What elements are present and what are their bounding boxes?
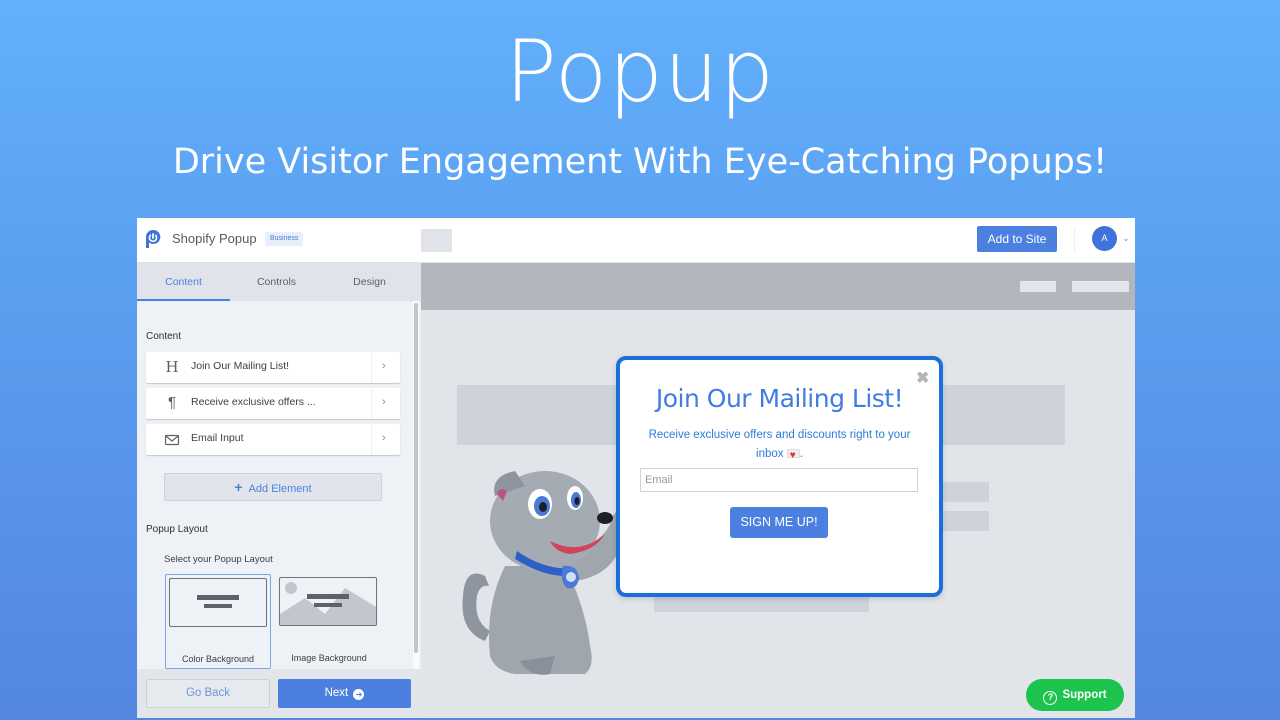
layout-caption: Color Background bbox=[181, 654, 255, 664]
paragraph-icon: ¶ bbox=[167, 394, 177, 411]
app-logo-icon bbox=[146, 229, 161, 248]
nav-placeholder bbox=[1072, 281, 1129, 292]
image-background-thumbnail bbox=[279, 577, 377, 626]
element-row-heading[interactable]: H Join Our Mailing List! › bbox=[146, 352, 400, 383]
tab-design[interactable]: Design bbox=[323, 263, 416, 301]
envelope-icon bbox=[164, 434, 180, 446]
heading-icon: H bbox=[165, 358, 179, 376]
add-element-button[interactable]: + Add Element bbox=[164, 473, 382, 501]
arrow-circle-right-icon: ➔ bbox=[353, 689, 365, 700]
site-preview: ✖ Join Our Mailing List! Receive exclusi… bbox=[421, 263, 1135, 718]
support-label: Support bbox=[1062, 689, 1107, 701]
add-to-site-button[interactable]: Add to Site bbox=[977, 226, 1057, 252]
hero-subtitle: Drive Visitor Engagement With Eye-Catchi… bbox=[172, 142, 1108, 182]
sidebar-footer: Go Back Next ➔ bbox=[137, 669, 421, 718]
layout-option-color-background[interactable]: Color Background bbox=[165, 574, 271, 669]
top-bar: Shopify Popup Business Add to Site A ⌄ bbox=[137, 218, 1135, 263]
preview-nav-bar bbox=[421, 263, 1135, 310]
element-row-paragraph[interactable]: ¶ Receive exclusive offers ... › bbox=[146, 388, 400, 419]
support-button[interactable]: ? Support bbox=[1026, 679, 1124, 711]
popup-text-end: . bbox=[799, 448, 803, 460]
go-back-button[interactable]: Go Back bbox=[146, 679, 270, 708]
color-background-thumbnail bbox=[169, 578, 267, 627]
next-label: Next bbox=[324, 687, 349, 699]
chevron-right-icon[interactable]: › bbox=[382, 396, 386, 408]
plus-icon: + bbox=[234, 479, 243, 495]
element-divider bbox=[371, 352, 372, 383]
popup-preview[interactable]: ✖ Join Our Mailing List! Receive exclusi… bbox=[616, 356, 943, 597]
app-window: Shopify Popup Business Add to Site A ⌄ C… bbox=[137, 218, 1135, 718]
element-divider bbox=[371, 424, 372, 455]
tab-bar-extension bbox=[421, 229, 452, 252]
element-label: Join Our Mailing List! bbox=[191, 360, 290, 372]
content-heading: Content bbox=[146, 331, 182, 342]
popup-text: Receive exclusive offers and discounts r… bbox=[640, 426, 919, 465]
element-row-email[interactable]: Email Input › bbox=[146, 424, 400, 455]
add-element-label: Add Element bbox=[248, 483, 312, 495]
nav-placeholder bbox=[1020, 281, 1056, 292]
app-name: Shopify Popup bbox=[172, 231, 257, 246]
hero-title: Popup bbox=[504, 22, 776, 122]
chevron-right-icon[interactable]: › bbox=[382, 360, 386, 372]
editor-sidebar: Content Controls Design Content H Join O… bbox=[137, 263, 421, 718]
popup-title: Join Our Mailing List! bbox=[655, 384, 904, 413]
layout-caption: Image Background bbox=[291, 653, 367, 663]
popup-layout-heading: Popup Layout bbox=[146, 524, 208, 535]
sidebar-scrollbar-thumb[interactable] bbox=[414, 303, 418, 653]
love-letter-icon bbox=[786, 446, 800, 465]
chevron-down-icon[interactable]: ⌄ bbox=[1122, 233, 1130, 244]
element-label: Email Input bbox=[191, 432, 244, 444]
chevron-right-icon[interactable]: › bbox=[382, 432, 386, 444]
element-divider bbox=[371, 388, 372, 419]
email-input[interactable]: Email bbox=[640, 468, 918, 492]
element-label: Receive exclusive offers ... bbox=[191, 396, 316, 408]
layout-option-image-background[interactable]: Image Background bbox=[276, 574, 382, 669]
tab-content[interactable]: Content bbox=[137, 263, 230, 301]
sidebar-tabs: Content Controls Design bbox=[137, 263, 421, 301]
sign-up-button[interactable]: SIGN ME UP! bbox=[730, 507, 828, 538]
tab-controls[interactable]: Controls bbox=[230, 263, 323, 301]
popup-text-body: Receive exclusive offers and discounts r… bbox=[648, 429, 911, 460]
sidebar-scroll-area: Content H Join Our Mailing List! › ¶ Rec… bbox=[137, 301, 421, 669]
avatar[interactable]: A bbox=[1092, 226, 1117, 251]
dog-mascot-icon bbox=[462, 471, 621, 675]
help-circle-icon: ? bbox=[1043, 691, 1058, 705]
topbar-divider bbox=[1074, 227, 1075, 253]
layout-hint: Select your Popup Layout bbox=[164, 554, 273, 565]
plan-badge: Business bbox=[265, 232, 304, 246]
next-button[interactable]: Next ➔ bbox=[278, 679, 411, 708]
